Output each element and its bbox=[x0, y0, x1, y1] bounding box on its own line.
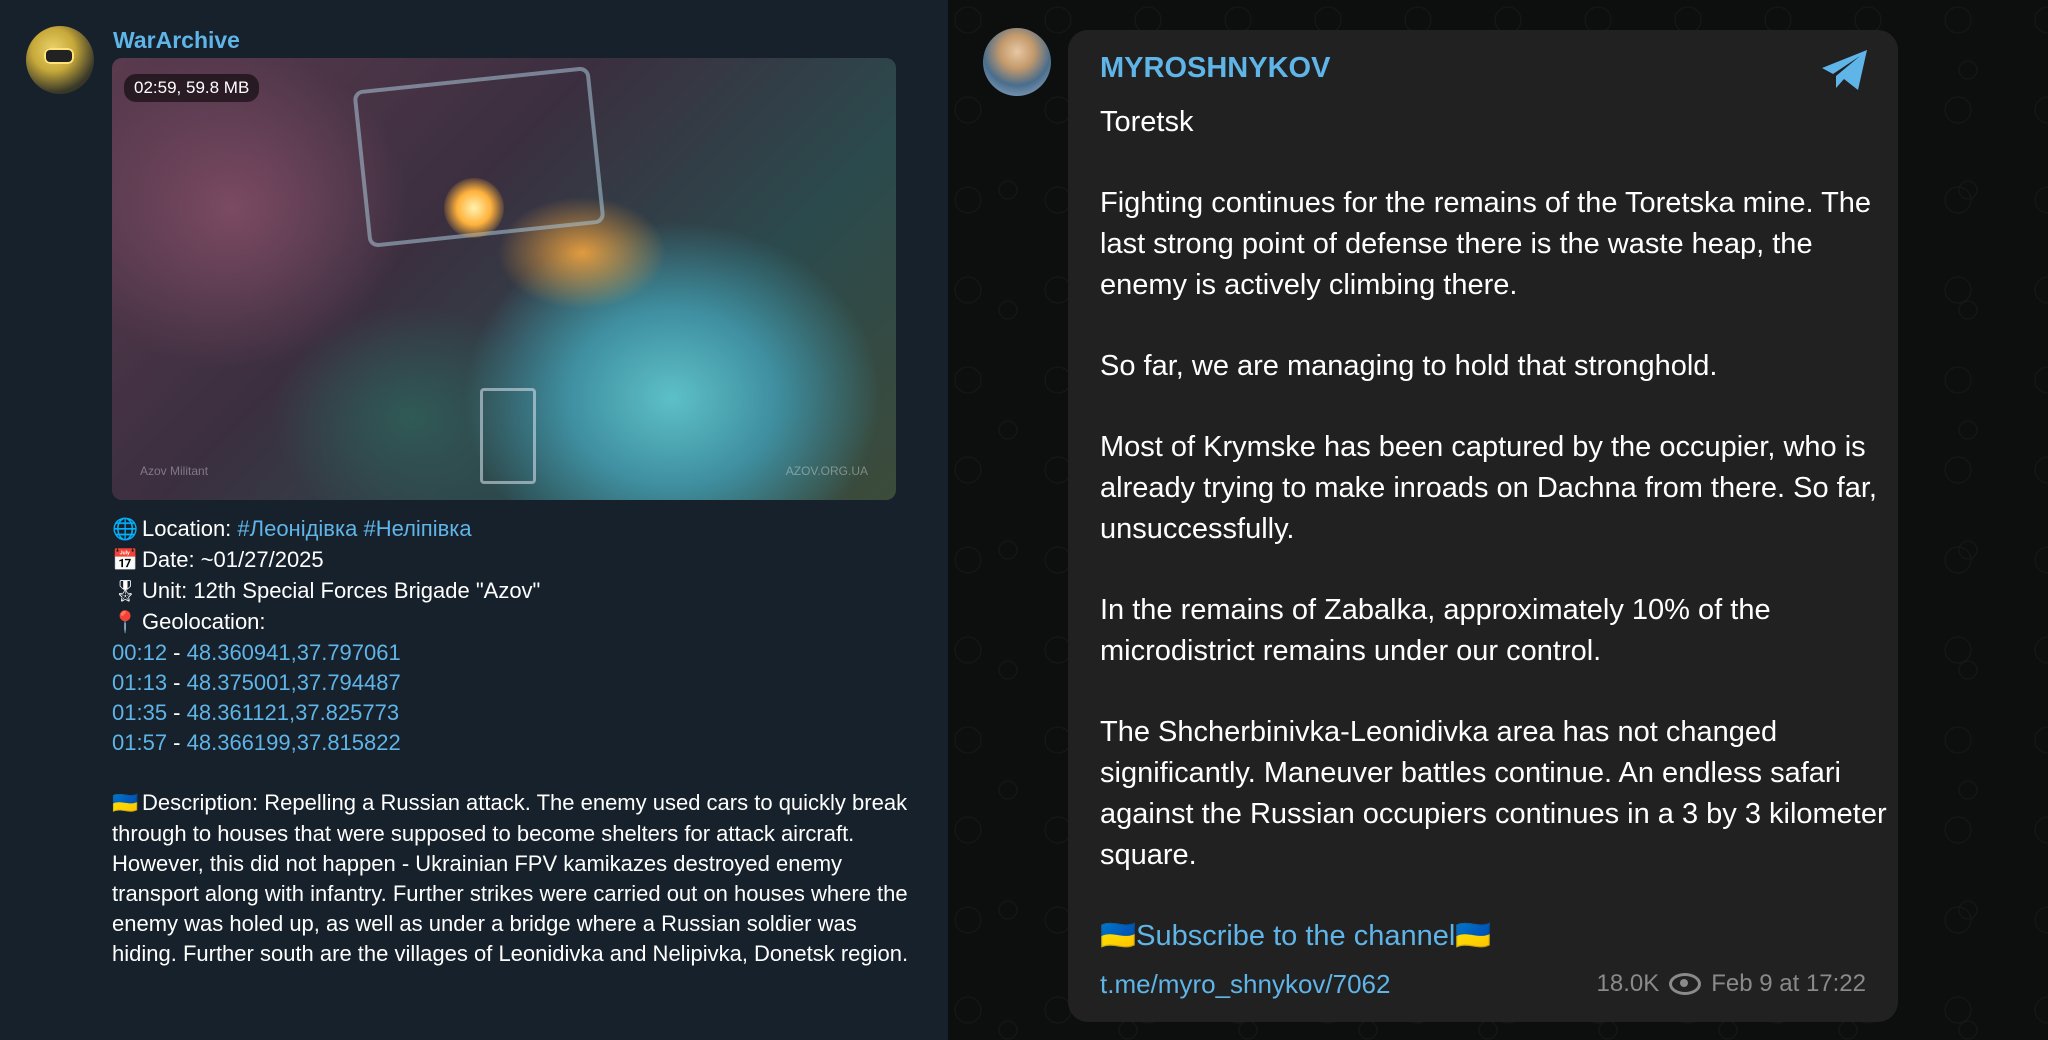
location-hashtags[interactable]: #Леонідівка #Неліпівка bbox=[237, 516, 471, 541]
watermark-left: Azov Militant bbox=[140, 464, 209, 478]
paragraph: Toretsk bbox=[1100, 106, 1194, 138]
geo-entry: 01:35 - 48.361121,37.825773 bbox=[112, 698, 912, 728]
view-count: 18.0K bbox=[1596, 970, 1660, 997]
geo-entry: 01:13 - 48.375001,37.794487 bbox=[112, 668, 912, 698]
globe-icon: 🌐 bbox=[112, 518, 139, 541]
paragraph: Most of Krymske has been captured by the… bbox=[1100, 431, 1877, 545]
medal-icon: 🎖 bbox=[112, 580, 139, 603]
coords-link[interactable]: 48.361121,37.825773 bbox=[187, 700, 399, 725]
eye-icon bbox=[1669, 973, 1702, 995]
coords-link[interactable]: 48.360941,37.797061 bbox=[187, 640, 401, 665]
ukraine-flag-icon: 🇺🇦 bbox=[112, 792, 139, 815]
description: 🇺🇦 Description: Repelling a Russian attac… bbox=[112, 788, 912, 969]
date-line: 📅 Date: ~01/27/2025 bbox=[112, 545, 912, 576]
explosion-glow bbox=[444, 178, 504, 238]
geo-entry: 01:57 - 48.366199,37.815822 bbox=[112, 728, 912, 758]
timestamp-link[interactable]: 01:57 bbox=[112, 730, 167, 755]
calendar-icon: 📅 bbox=[112, 549, 139, 572]
message-bubble: MYROSHNYKOV Toretsk Fighting continues f… bbox=[1068, 30, 1898, 1022]
separator: - bbox=[167, 670, 187, 695]
location-label: Location: bbox=[142, 516, 238, 541]
post-text: 🌐 Location: #Леонідівка #Неліпівка 📅 Date:… bbox=[112, 514, 912, 969]
message-footer: t.me/myro_shnykov/7062 18.0K Feb 9 at 17… bbox=[1100, 964, 1866, 1004]
date-text: Date: ~01/27/2025 bbox=[142, 547, 324, 572]
video-duration-badge: 02:59, 59.8 MB bbox=[124, 74, 260, 102]
channel-avatar[interactable] bbox=[983, 28, 1051, 96]
post-link[interactable]: t.me/myro_shnykov/7062 bbox=[1100, 969, 1390, 1000]
coords-link[interactable]: 48.366199,37.815822 bbox=[187, 730, 401, 755]
coords-link[interactable]: 48.375001,37.794487 bbox=[187, 670, 401, 695]
timestamp-link[interactable]: 00:12 bbox=[112, 640, 167, 665]
unit-text: Unit: 12th Special Forces Brigade "Azov" bbox=[142, 578, 541, 603]
paragraph: The Shcherbinivka-Leonidivka area has no… bbox=[1100, 716, 1887, 871]
separator: - bbox=[167, 640, 187, 665]
channel-name[interactable]: MYROSHNYKOV bbox=[1100, 52, 1330, 85]
unit-line: 🎖 Unit: 12th Special Forces Brigade "Azov… bbox=[112, 576, 912, 607]
paragraph: Fighting continues for the remains of th… bbox=[1100, 187, 1872, 301]
watermark-right: AZOV.ORG.UA bbox=[785, 464, 868, 478]
subscribe-link[interactable]: 🇺🇦Subscribe to the channel🇺🇦 bbox=[1100, 916, 1890, 957]
separator: - bbox=[167, 730, 187, 755]
separator: - bbox=[167, 700, 187, 725]
post-date: Feb 9 at 17:22 bbox=[1711, 970, 1866, 997]
channel-avatar[interactable] bbox=[26, 26, 94, 94]
message-body: Toretsk Fighting continues for the remai… bbox=[1100, 102, 1890, 997]
telegram-icon bbox=[1822, 50, 1867, 90]
left-post-pane: WarArchive 02:59, 59.8 MB Azov Militant … bbox=[0, 0, 948, 1040]
azov-watermark-logo bbox=[480, 388, 536, 484]
paragraph: So far, we are managing to hold that str… bbox=[1100, 350, 1718, 382]
timestamp-link[interactable]: 01:35 bbox=[112, 700, 167, 725]
post-meta: 18.0K Feb 9 at 17:22 bbox=[1597, 970, 1867, 998]
pin-icon: 📍 bbox=[112, 611, 139, 634]
geo-entry: 00:12 - 48.360941,37.797061 bbox=[112, 638, 912, 668]
right-post-pane: MYROSHNYKOV Toretsk Fighting continues f… bbox=[948, 0, 2048, 1040]
channel-name[interactable]: WarArchive bbox=[113, 27, 240, 54]
timestamp-link[interactable]: 01:13 bbox=[112, 670, 167, 695]
geolocation-label: Geolocation: bbox=[142, 609, 266, 634]
paragraph: In the remains of Zabalka, approximately… bbox=[1100, 594, 1771, 667]
geolocation-line: 📍 Geolocation: bbox=[112, 607, 912, 638]
location-line: 🌐 Location: #Леонідівка #Неліпівка bbox=[112, 514, 912, 545]
description-text: Description: Repelling a Russian attack.… bbox=[112, 790, 909, 966]
video-thumbnail[interactable]: 02:59, 59.8 MB Azov Militant AZOV.ORG.UA bbox=[112, 58, 896, 500]
